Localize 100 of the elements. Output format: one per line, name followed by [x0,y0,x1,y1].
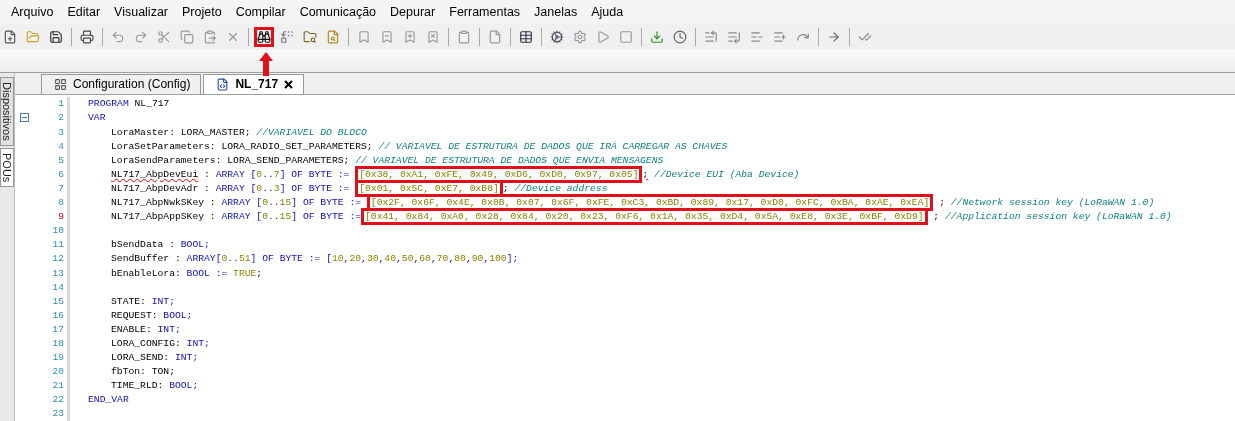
bookmark-icon [357,30,371,44]
clipboard-icon [457,30,471,44]
line-number: 13 [52,267,64,279]
menu-item[interactable]: Ajuda [584,5,631,19]
side-tab[interactable]: Dispositivos [0,77,14,146]
line-number: 17 [52,323,64,335]
code-keyword: ARRAY [0..15] OF BYTE := [221,197,361,209]
close-icon[interactable] [284,79,294,89]
menu-item[interactable]: Projeto [175,5,229,19]
file-search-icon [326,30,340,44]
page-icon [488,30,502,44]
printer-icon [80,30,94,44]
arrow-right-icon [827,30,841,44]
menu-item[interactable]: Depurar [383,5,443,19]
code-comment: //Device EUI (Aba Device) [654,168,800,180]
code-text: ; [256,267,263,279]
code-text: bSendData : [111,239,175,251]
stop-icon [619,30,633,44]
code-text: TIME_RLD: [111,380,164,392]
code-comment: // VARIAVEL DE ESTRUTURA DE DADOS QUE ENVIA MENSAGENS [355,154,664,166]
side-tab[interactable]: POUs [0,147,14,188]
code-text: LoraSendParameters: LORA_SEND_PARAMETERS; [111,154,350,166]
line-number: 19 [52,352,64,364]
editor-tab[interactable]: Configuration (Config) [41,73,202,94]
code-text: NL_717 [134,98,170,110]
line-number: 5 [58,154,64,166]
code-keyword: INT; [151,295,175,307]
menu-item[interactable]: Comunicação [292,5,384,19]
paste-icon [203,30,217,44]
line-number: 22 [52,394,64,406]
line-number: 6 [58,168,64,180]
clock-icon [673,30,687,44]
binoculars-icon [257,30,271,44]
document-icon [216,77,230,91]
code-comment: //Application session key (LoRaWAN 1.0) [944,211,1172,223]
line-number: 4 [58,140,64,152]
code-text: LoraSetParameters: LORA_RADIO_SET_PARAMETERS; [111,140,373,152]
highlighted-value: [0x2F, 0x6F, 0x4E, 0x0B, 0x07, 0x6F, 0xFE, 0xC3, 0xBD, 0x89, 0x17, 0xD0, 0xFC, 0xBA, 0xAE, 0xEA] [366,194,934,212]
save-icon [49,30,63,44]
code-keyword: BOOL; [163,309,193,321]
line-number: 16 [52,309,64,321]
code-text: SendBuffer : [111,253,181,265]
line-number: 7 [58,182,64,194]
menu-item[interactable]: Arquivo [4,5,61,19]
grid-icon [54,77,67,91]
folder-search-icon [303,30,317,44]
code-text: NL717_AbpDevEui [111,168,199,180]
code-text: NL717_AbpAppSKey [111,211,204,223]
code-value: TRUE [233,267,257,279]
check-icon [858,30,872,44]
menu-item[interactable]: Visualizar [107,5,175,19]
code-text: ; [502,182,509,194]
editor-tab[interactable]: NL_717 [203,73,305,94]
code-keyword: INT; [157,323,181,335]
code-keyword: BOOL := [186,267,228,279]
line-number: 18 [52,338,64,349]
highlighted-value: [0x41, 0x84, 0xA0, 0x28, 0x84, 0x20, 0x23, 0xF6, 0x1A, 0x35, 0xD4, 0x5A, 0xE8, 0x3E, 0xBF, 0xD9] [361,208,928,226]
annotation-arrow [259,52,273,76]
code-text: ENABLE: [111,323,152,335]
bookmark-x-icon [426,30,440,44]
code-text: LORA_SEND: [111,352,170,364]
code-keyword: PROGRAM [88,98,129,110]
code-keyword: ARRAY [0..7] OF BYTE := [215,168,350,180]
menu-item[interactable]: Compilar [228,5,293,19]
code-text: : [209,211,216,223]
line-number: 9 [58,211,64,223]
code-comment: //Device address [514,182,608,194]
collapse-icon[interactable] [20,113,29,123]
list-icon [727,30,741,44]
delete-icon [226,30,240,44]
bookmark-minus-icon [380,30,394,44]
list-icon [750,30,764,44]
menu-item[interactable]: Editar [60,5,108,19]
scissors-icon [157,30,171,44]
code-text: : [204,182,210,194]
code-text: ; [642,168,649,180]
line-number: 23 [52,408,64,420]
code-keyword: ARRAY [0..15] OF BYTE := [221,211,361,223]
code-keyword: ARRAY [0..3] OF BYTE := [215,182,350,194]
code-keyword: BOOL; [169,380,199,392]
code-text: ; [933,211,940,223]
line-number: 20 [52,366,64,378]
line-number: 15 [52,295,64,307]
code-comment: //VARIAVEL DO BLOCO [256,126,367,138]
code-keyword: [10,20,30,40,50,60,70,80,90,100]; [326,253,519,265]
code-keyword: VAR [88,112,106,124]
undo-icon [111,30,125,44]
menu-item[interactable]: Janelas [527,5,585,19]
line-number: 10 [52,225,64,237]
new-file-icon [3,30,17,44]
code-keyword: INT; [186,338,210,349]
code-text: NL717_AbpDevAdr [111,182,199,194]
code-keyword: ARRAY[0..51] OF BYTE := [186,253,321,265]
line-number: 12 [52,253,64,265]
line-number: 2 [58,112,64,124]
replace-icon [280,30,294,44]
folder-icon [26,30,40,44]
code-text: NL717_AbpNwkSKey [111,197,204,209]
code-comment: //Network session key (LoRaWAN 1.0) [950,197,1155,209]
menu-item[interactable]: Ferramentas [442,5,528,19]
